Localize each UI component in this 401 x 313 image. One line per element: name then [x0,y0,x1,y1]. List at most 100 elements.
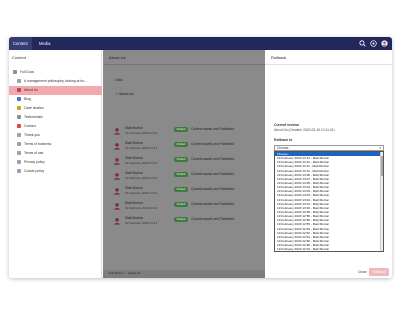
status-badge: Publish [174,217,188,222]
divider [265,64,392,65]
history-user: Matt Morton [125,171,144,175]
scrollbar-thumb[interactable] [381,156,383,176]
sidebar-item-label: Thank-you [24,133,41,137]
history-row: Matt Morton 19 February 2020 13:13 Publi… [111,141,261,153]
history-message: Content saved and Published [191,157,235,161]
tab-content[interactable]: Content [9,37,32,50]
contact-icon [17,124,21,129]
sidebar-header: Content [12,55,27,60]
history-message: Content saved and Published [191,202,235,206]
page-link[interactable]: ↗ /about-us/ [115,92,134,96]
app-window: Content Media Content Full Docs A manage… [9,37,392,278]
sidebar-item-label: Cookie policy [24,169,45,173]
history-row: Matt Morton 19 February 2020 13:13 Publi… [111,156,261,168]
sidebar-item-terms-of-use[interactable]: Terms of use [9,149,102,158]
status-badge: Publish [174,187,188,192]
history-row: Matt Morton 19 February 2020 13:13 Publi… [111,171,261,183]
folder-icon [13,70,17,75]
user-avatar[interactable] [381,40,388,47]
tab-media[interactable]: Media [35,37,54,50]
page-icon [17,142,21,147]
user-avatar [113,218,121,225]
user-avatar [113,158,121,165]
status-badge: Publish [174,157,188,162]
page-icon [17,79,21,84]
history-row: Matt Morton 19 February 2020 13:13 Publi… [111,186,261,198]
history-date: 19 February 2020 13:13 [125,176,158,180]
sidebar-item-label: A management philosophy looking at hu... [24,79,87,83]
status-badge: Publish [174,127,188,132]
current-version-value: About Us (Created: 2020-02-19 10:11:41) [274,128,335,132]
page-icon [17,160,21,165]
page-icon [17,169,21,174]
history-user: Matt Morton [125,141,144,145]
sidebar-item-case-studies[interactable]: Case studies [9,104,102,113]
history-user: Matt Morton [125,126,144,130]
history-date: 19 February 2020 13:13 [125,146,158,150]
user-avatar [113,203,121,210]
current-version-label: Current version [274,123,300,127]
blog-icon [17,97,21,102]
user-avatar [113,143,121,150]
user-avatar [113,188,121,195]
sidebar-item-about-us[interactable]: About Us [9,86,102,95]
sidebar-item-label: Contact [24,124,36,128]
sidebar-item-terms-of-business[interactable]: Terms of business [9,140,102,149]
breadcrumb-root[interactable]: Full Docs [109,271,122,275]
page-icon [17,133,21,138]
breadcrumb-current: About Us [128,271,141,275]
sidebar-item-privacy-policy[interactable]: Privacy policy [9,158,102,167]
history-user: Matt Morton [125,201,144,205]
top-bar: Content Media [9,37,392,50]
history-message: Content saved and Published [191,127,235,131]
user-avatar [113,173,121,180]
history-message: Content saved and Published [191,217,235,221]
rollback-panel: Rollback Current version About Us (Creat… [265,50,392,278]
status-badge: Publish [174,172,188,177]
divider [103,64,265,65]
rollback-to-label: Rollback to [274,138,293,142]
content-tree-sidebar: Content Full Docs A management philosoph… [9,50,102,278]
breadcrumb: Full Docs > About Us [103,270,265,278]
page-icon [17,151,21,156]
history-user: Matt Morton [125,216,144,220]
sidebar-item-label: Blog [24,97,31,101]
status-badge: Publish [174,202,188,207]
content-editor-overlay: About Us Links ↗ /about-us/ Matt Morton … [103,50,265,278]
history-message: Content saved and Published [191,142,235,146]
sidebar-item-testimonials[interactable]: Testimonials [9,113,102,122]
history-message: Content saved and Published [191,172,235,176]
status-badge: Publish [174,142,188,147]
sidebar-item-label: Testimonials [24,115,43,119]
sidebar-item-management-philosophy[interactable]: A management philosophy looking at hu... [9,77,102,86]
search-icon[interactable] [359,40,366,47]
breadcrumb-separator: > [123,271,125,275]
select-value: Choose... [277,146,292,150]
history-message: Content saved and Published [191,187,235,191]
sidebar-item-blog[interactable]: Blog [9,95,102,104]
rollback-button[interactable]: Rollback [369,268,389,276]
close-button[interactable]: Close [358,270,367,274]
sidebar-item-cookie-policy[interactable]: Cookie policy [9,167,102,176]
history-row: Matt Morton 19 February 2020 13:13 Publi… [111,201,261,213]
history-row: Matt Morton 19 February 2020 13:13 Publi… [111,126,261,138]
case-icon [17,106,21,111]
sidebar-item-label: Full Docs [20,70,35,74]
scrollbar[interactable] [380,152,383,251]
page-icon [17,88,21,93]
sidebar-item-label: Terms of use [24,151,44,155]
history-date: 19 February 2020 13:13 [125,131,158,135]
history-date: 19 February 2020 13:13 [125,221,158,225]
history-date: 19 February 2020 13:13 [125,206,158,210]
links-label: Links [115,78,123,82]
sidebar-item-full-docs[interactable]: Full Docs [9,68,102,77]
quote-icon [17,115,21,120]
rollback-option[interactable]: 19 February 2020 12:03 - Matt Morton [275,247,383,251]
history-date: 19 February 2020 13:13 [125,191,158,195]
sidebar-item-contact[interactable]: Contact [9,122,102,131]
help-icon[interactable] [370,40,377,47]
sidebar-item-thank-you[interactable]: Thank-you [9,131,102,140]
rollback-version-options[interactable]: Choose... 19 February 2020 13:13 - Matt M… [274,151,384,252]
panel-title: Rollback [271,55,287,60]
history-user: Matt Morton [125,186,144,190]
